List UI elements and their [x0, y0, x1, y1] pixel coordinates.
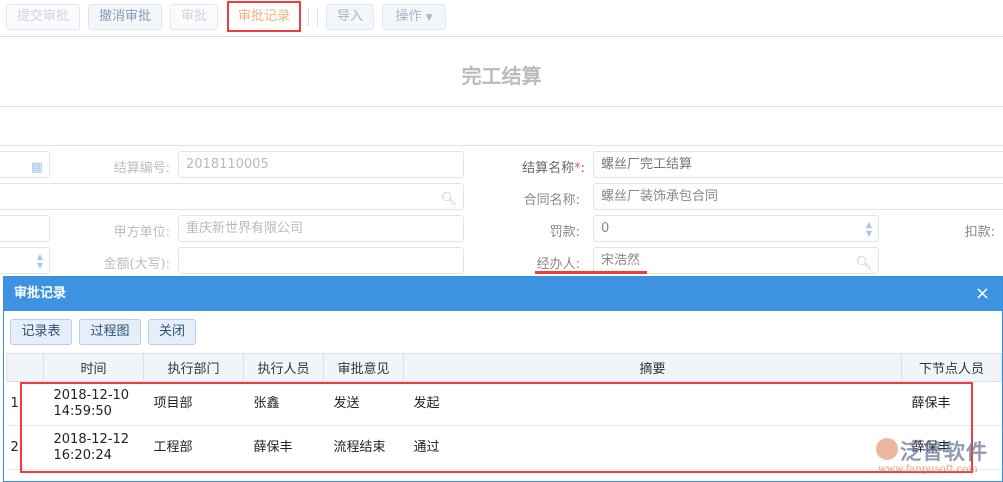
import-button[interactable]: 导入: [326, 4, 374, 30]
row-index: 2: [6, 425, 44, 470]
close-icon[interactable]: ×: [975, 283, 990, 304]
amount-cn-label: 金额(大写):: [103, 257, 170, 272]
settle-no-label: 结算编号:: [113, 161, 170, 176]
spinner-icon[interactable]: ▲ ▼: [866, 220, 872, 238]
calendar-icon: ▦: [30, 160, 43, 175]
row-summary: 发起: [403, 381, 902, 426]
close-button[interactable]: 关闭: [148, 319, 196, 345]
dialog-title: 审批记录: [4, 277, 1002, 311]
col-next: 下节点人员: [901, 353, 1002, 382]
row-dept: 工程部: [143, 425, 244, 470]
row-opinion: 发送: [323, 381, 404, 426]
approval-record-button[interactable]: 审批记录: [227, 1, 301, 32]
separator: [317, 8, 318, 26]
amount-stepper[interactable]: ▲ ▼: [0, 247, 50, 274]
highlight-underline: [535, 271, 647, 274]
row-person: 薛保丰: [243, 425, 324, 470]
handler-value: 宋浩然: [601, 253, 641, 268]
chevron-down-icon: ▼: [425, 13, 433, 23]
cancel-approval-button[interactable]: 撤消审批: [88, 4, 162, 30]
fine-stepper[interactable]: 0 ▲ ▼: [593, 215, 879, 242]
approval-record-dialog: 审批记录 × 记录表 过程图 关闭 时间 执行部门 执行人员 审批意见 摘要 下…: [3, 276, 1003, 482]
search-icon[interactable]: 🔍︎: [855, 251, 872, 276]
row-index: 1: [6, 381, 44, 426]
row-person: 张鑫: [243, 381, 324, 426]
col-opinion: 审批意见: [323, 353, 404, 382]
contract-field[interactable]: 螺丝厂装饰承包合同: [593, 183, 1003, 210]
row-next: 薛保丰: [901, 425, 1002, 470]
col-time: 时间: [43, 353, 144, 382]
row-dept: 项目部: [143, 381, 244, 426]
row-time: 2018-12-10 14:59:50: [43, 381, 144, 426]
table-row[interactable]: 1 2018-12-10 14:59:50 项目部 张鑫 发送 发起 薛保丰: [6, 381, 1002, 426]
fine-value: 0: [601, 221, 610, 236]
row-next: 薛保丰: [901, 381, 1002, 426]
row-summary: 通过: [403, 425, 902, 470]
contract-label: 合同名称:: [523, 193, 580, 208]
divider: [0, 36, 1003, 37]
process-diagram-button[interactable]: 过程图: [79, 319, 141, 345]
operations-label: 操作: [395, 9, 422, 24]
row-opinion: 流程结束: [323, 425, 404, 470]
table-header: 时间 执行部门 执行人员 审批意见 摘要 下节点人员: [6, 353, 1002, 382]
amount-cn-field[interactable]: [178, 247, 464, 274]
separator: [308, 8, 309, 26]
submit-approval-button[interactable]: 提交审批: [6, 4, 80, 30]
approval-table: 时间 执行部门 执行人员 审批意见 摘要 下节点人员 1 2018-12-10 1…: [6, 353, 1002, 470]
handler-field[interactable]: 宋浩然 🔍︎: [593, 247, 879, 274]
party-a-field[interactable]: 重庆新世界有限公司: [178, 215, 464, 242]
table-row[interactable]: 2 2018-12-12 16:20:24 工程部 薛保丰 流程结束 通过 薛保丰: [6, 425, 1002, 470]
record-table-button[interactable]: 记录表: [10, 319, 72, 345]
approve-button[interactable]: 审批: [170, 4, 218, 30]
col-person: 执行人员: [243, 353, 324, 382]
lookup-field[interactable]: 🔍︎: [0, 183, 464, 210]
divider: [0, 145, 1003, 146]
col-summary: 摘要: [403, 353, 902, 382]
settle-no-field[interactable]: 2018110005: [178, 151, 464, 178]
settle-name-field[interactable]: 螺丝厂完工结算: [593, 151, 1003, 178]
operations-dropdown[interactable]: 操作 ▼: [382, 4, 446, 30]
party-a-label: 甲方单位:: [113, 225, 170, 240]
deduct-label: 扣款:: [964, 225, 995, 240]
fine-label: 罚款:: [549, 225, 580, 240]
col-index: [6, 353, 44, 382]
field[interactable]: [0, 215, 50, 242]
spinner-icon[interactable]: ▲ ▼: [37, 252, 43, 270]
date-field[interactable]: ▦: [0, 151, 50, 178]
divider: [0, 106, 1003, 107]
row-time: 2018-12-12 16:20:24: [43, 425, 144, 470]
search-icon[interactable]: 🔍︎: [440, 187, 457, 212]
settle-name-label: 结算名称*:: [522, 161, 585, 176]
page-title: 完工结算: [461, 64, 542, 88]
col-dept: 执行部门: [143, 353, 244, 382]
handler-label: 经办人:: [536, 257, 580, 272]
